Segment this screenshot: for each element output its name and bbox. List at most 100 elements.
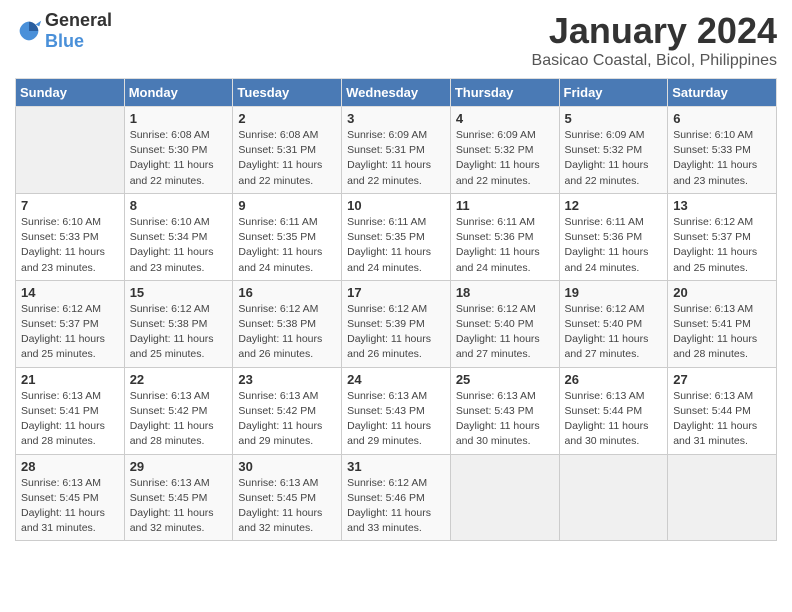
day-number: 28: [21, 459, 119, 474]
day-info: Sunrise: 6:13 AM Sunset: 5:42 PM Dayligh…: [238, 389, 336, 450]
day-info: Sunrise: 6:11 AM Sunset: 5:36 PM Dayligh…: [565, 215, 663, 276]
logo-text: General Blue: [45, 10, 112, 52]
calendar-week-row: 14 Sunrise: 6:12 AM Sunset: 5:37 PM Dayli…: [16, 280, 777, 367]
day-header: Tuesday: [233, 79, 342, 107]
day-number: 19: [565, 285, 663, 300]
day-number: 26: [565, 372, 663, 387]
day-info: Sunrise: 6:11 AM Sunset: 5:35 PM Dayligh…: [347, 215, 445, 276]
day-number: 30: [238, 459, 336, 474]
day-number: 20: [673, 285, 771, 300]
day-number: 14: [21, 285, 119, 300]
calendar-cell: 6 Sunrise: 6:10 AM Sunset: 5:33 PM Daylig…: [668, 107, 777, 194]
calendar-subtitle: Basicao Coastal, Bicol, Philippines: [532, 52, 777, 70]
calendar-header-row: SundayMondayTuesdayWednesdayThursdayFrid…: [16, 79, 777, 107]
logo-icon: [15, 17, 43, 45]
calendar-cell: 5 Sunrise: 6:09 AM Sunset: 5:32 PM Daylig…: [559, 107, 668, 194]
calendar-cell: 13Sunrise: 6:12 AM Sunset: 5:37 PM Dayli…: [668, 193, 777, 280]
day-number: 10: [347, 198, 445, 213]
day-number: 8: [130, 198, 228, 213]
calendar-cell: 14 Sunrise: 6:12 AM Sunset: 5:37 PM Dayli…: [16, 280, 125, 367]
day-info: Sunrise: 6:10 AM Sunset: 5:34 PM Dayligh…: [130, 215, 228, 276]
day-number: 2: [238, 111, 336, 126]
logo: General Blue: [15, 10, 112, 52]
calendar-cell: 25 Sunrise: 6:13 AM Sunset: 5:43 PM Dayli…: [450, 367, 559, 454]
day-number: 13: [673, 198, 771, 213]
calendar-cell: [16, 107, 125, 194]
day-number: 11: [456, 198, 554, 213]
day-number: 27: [673, 372, 771, 387]
calendar-cell: 3 Sunrise: 6:09 AM Sunset: 5:31 PM Daylig…: [342, 107, 451, 194]
day-info: Sunrise: 6:11 AM Sunset: 5:35 PM Dayligh…: [238, 215, 336, 276]
calendar-cell: 2 Sunrise: 6:08 AM Sunset: 5:31 PM Daylig…: [233, 107, 342, 194]
day-number: 25: [456, 372, 554, 387]
day-header: Saturday: [668, 79, 777, 107]
day-info: Sunrise: 6:10 AM Sunset: 5:33 PM Dayligh…: [673, 128, 771, 189]
calendar-table: SundayMondayTuesdayWednesdayThursdayFrid…: [15, 78, 777, 541]
day-info: Sunrise: 6:12 AM Sunset: 5:38 PM Dayligh…: [130, 302, 228, 363]
day-number: 22: [130, 372, 228, 387]
day-info: Sunrise: 6:13 AM Sunset: 5:45 PM Dayligh…: [130, 476, 228, 537]
calendar-cell: 7 Sunrise: 6:10 AM Sunset: 5:33 PM Daylig…: [16, 193, 125, 280]
day-info: Sunrise: 6:13 AM Sunset: 5:45 PM Dayligh…: [21, 476, 119, 537]
day-number: 9: [238, 198, 336, 213]
day-number: 24: [347, 372, 445, 387]
calendar-cell: 22 Sunrise: 6:13 AM Sunset: 5:42 PM Dayli…: [124, 367, 233, 454]
day-info: Sunrise: 6:13 AM Sunset: 5:45 PM Dayligh…: [238, 476, 336, 537]
day-number: 12: [565, 198, 663, 213]
day-info: Sunrise: 6:09 AM Sunset: 5:32 PM Dayligh…: [456, 128, 554, 189]
calendar-cell: 28 Sunrise: 6:13 AM Sunset: 5:45 PM Dayli…: [16, 454, 125, 541]
title-area: January 2024 Basicao Coastal, Bicol, Phi…: [532, 10, 777, 70]
day-number: 5: [565, 111, 663, 126]
day-number: 6: [673, 111, 771, 126]
calendar-cell: 8 Sunrise: 6:10 AM Sunset: 5:34 PM Daylig…: [124, 193, 233, 280]
day-header: Wednesday: [342, 79, 451, 107]
calendar-cell: 27Sunrise: 6:13 AM Sunset: 5:44 PM Dayli…: [668, 367, 777, 454]
calendar-week-row: 28 Sunrise: 6:13 AM Sunset: 5:45 PM Dayli…: [16, 454, 777, 541]
calendar-cell: 16Sunrise: 6:12 AM Sunset: 5:38 PM Dayli…: [233, 280, 342, 367]
day-number: 4: [456, 111, 554, 126]
calendar-cell: 12 Sunrise: 6:11 AM Sunset: 5:36 PM Dayli…: [559, 193, 668, 280]
calendar-cell: 10 Sunrise: 6:11 AM Sunset: 5:35 PM Dayli…: [342, 193, 451, 280]
day-number: 21: [21, 372, 119, 387]
day-header: Sunday: [16, 79, 125, 107]
calendar-cell: 31 Sunrise: 6:12 AM Sunset: 5:46 PM Dayli…: [342, 454, 451, 541]
day-info: Sunrise: 6:13 AM Sunset: 5:42 PM Dayligh…: [130, 389, 228, 450]
calendar-cell: 23Sunrise: 6:13 AM Sunset: 5:42 PM Dayli…: [233, 367, 342, 454]
calendar-cell: 29Sunrise: 6:13 AM Sunset: 5:45 PM Dayli…: [124, 454, 233, 541]
day-number: 16: [238, 285, 336, 300]
logo-general: General: [45, 10, 112, 30]
day-info: Sunrise: 6:08 AM Sunset: 5:31 PM Dayligh…: [238, 128, 336, 189]
day-info: Sunrise: 6:12 AM Sunset: 5:46 PM Dayligh…: [347, 476, 445, 537]
calendar-cell: 1 Sunrise: 6:08 AM Sunset: 5:30 PM Daylig…: [124, 107, 233, 194]
day-number: 3: [347, 111, 445, 126]
calendar-cell: [450, 454, 559, 541]
calendar-cell: 4 Sunrise: 6:09 AM Sunset: 5:32 PM Daylig…: [450, 107, 559, 194]
day-number: 1: [130, 111, 228, 126]
calendar-cell: 30 Sunrise: 6:13 AM Sunset: 5:45 PM Dayli…: [233, 454, 342, 541]
calendar-cell: 9 Sunrise: 6:11 AM Sunset: 5:35 PM Daylig…: [233, 193, 342, 280]
day-info: Sunrise: 6:08 AM Sunset: 5:30 PM Dayligh…: [130, 128, 228, 189]
calendar-title: January 2024: [532, 10, 777, 52]
day-info: Sunrise: 6:13 AM Sunset: 5:43 PM Dayligh…: [456, 389, 554, 450]
day-info: Sunrise: 6:12 AM Sunset: 5:37 PM Dayligh…: [21, 302, 119, 363]
day-info: Sunrise: 6:10 AM Sunset: 5:33 PM Dayligh…: [21, 215, 119, 276]
calendar-cell: 18Sunrise: 6:12 AM Sunset: 5:40 PM Dayli…: [450, 280, 559, 367]
calendar-cell: 19Sunrise: 6:12 AM Sunset: 5:40 PM Dayli…: [559, 280, 668, 367]
day-info: Sunrise: 6:12 AM Sunset: 5:40 PM Dayligh…: [456, 302, 554, 363]
day-info: Sunrise: 6:13 AM Sunset: 5:41 PM Dayligh…: [673, 302, 771, 363]
day-info: Sunrise: 6:09 AM Sunset: 5:31 PM Dayligh…: [347, 128, 445, 189]
day-info: Sunrise: 6:13 AM Sunset: 5:41 PM Dayligh…: [21, 389, 119, 450]
day-number: 31: [347, 459, 445, 474]
calendar-week-row: 1 Sunrise: 6:08 AM Sunset: 5:30 PM Daylig…: [16, 107, 777, 194]
calendar-cell: 17 Sunrise: 6:12 AM Sunset: 5:39 PM Dayli…: [342, 280, 451, 367]
day-number: 15: [130, 285, 228, 300]
day-info: Sunrise: 6:12 AM Sunset: 5:39 PM Dayligh…: [347, 302, 445, 363]
calendar-week-row: 7 Sunrise: 6:10 AM Sunset: 5:33 PM Daylig…: [16, 193, 777, 280]
calendar-cell: 26Sunrise: 6:13 AM Sunset: 5:44 PM Dayli…: [559, 367, 668, 454]
calendar-cell: [559, 454, 668, 541]
day-number: 7: [21, 198, 119, 213]
calendar-cell: 24Sunrise: 6:13 AM Sunset: 5:43 PM Dayli…: [342, 367, 451, 454]
day-number: 17: [347, 285, 445, 300]
day-info: Sunrise: 6:09 AM Sunset: 5:32 PM Dayligh…: [565, 128, 663, 189]
calendar-cell: 21 Sunrise: 6:13 AM Sunset: 5:41 PM Dayli…: [16, 367, 125, 454]
